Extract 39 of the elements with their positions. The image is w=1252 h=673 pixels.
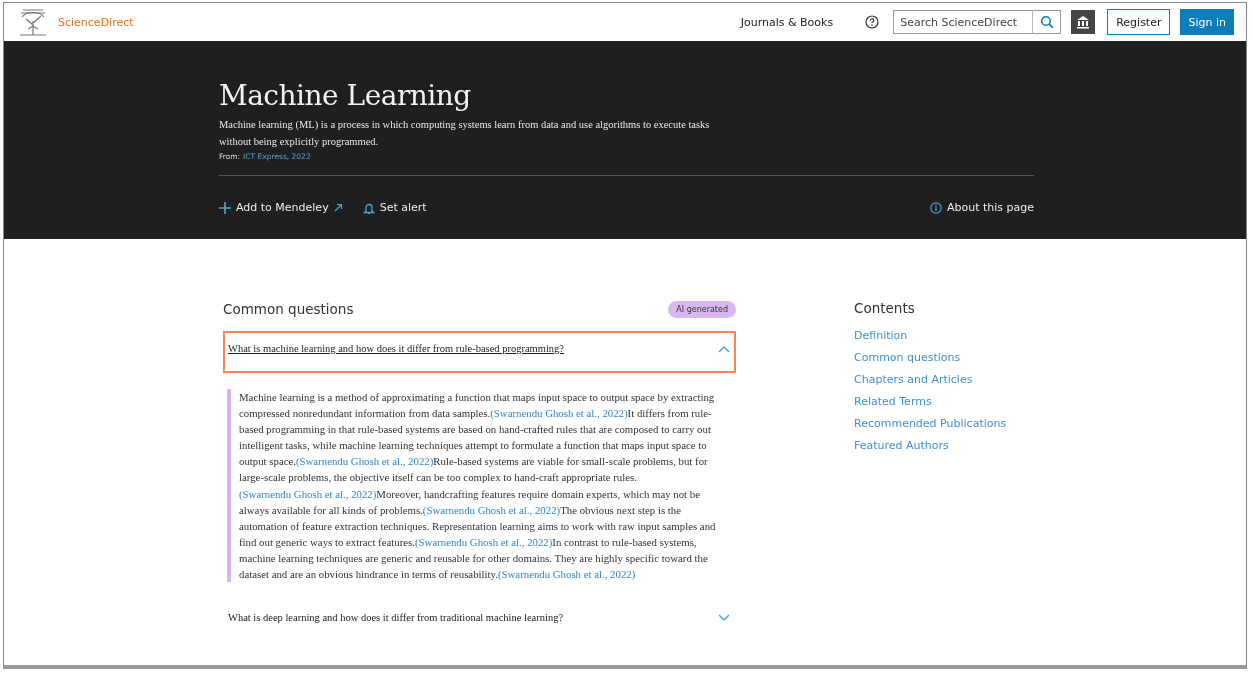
ai-generated-badge: AI generated: [668, 300, 736, 318]
citation-link[interactable]: (Swarnendu Ghosh et al., 2022): [490, 407, 628, 420]
nav-link[interactable]: Journals & Books: [740, 15, 834, 29]
chevron-down-icon: [718, 614, 730, 623]
contents-link[interactable]: Chapters and Articles: [854, 373, 1007, 386]
citation-link[interactable]: (Swarnendu Ghosh et al., 2022): [497, 568, 636, 581]
contents-heading: Contents: [854, 300, 916, 316]
topic-title: Machine Learning: [219, 79, 472, 112]
plus-icon: [219, 201, 231, 214]
contents-link[interactable]: Recommended Publications: [854, 417, 1007, 430]
help-icon: [865, 15, 880, 29]
set-alert-link[interactable]: Set alert: [362, 201, 427, 214]
question-toggle[interactable]: What is machine learning and how does it differ from rule-based programming?: [223, 331, 736, 373]
contents-link[interactable]: Common questions: [854, 351, 1007, 364]
info-icon: [929, 201, 942, 214]
answer-text: Machine learning is a method of approximating a function that maps input space to output space by extracting compressed nonredundant information from data samples.(Swarnendu Ghosh et al., 2022)It differs from rule-based programming in that rule-based systems are based on hand-crafted rules that are composed to carry out intelligent tasks, while machine learning techniques attempt to formulate a function that maps input space to output space.(Swarnendu Ghosh et al., 2022)Rule-based systems are viable for small-scale problems, but for large-scale problems, the objective itself can be too complex to hand-craft appropriate rules. (Swarnendu Ghosh et al., 2022)Moreover, handcrafting features require domain experts, which may not be always available for all kinds of problems.(Swarnendu Ghosh et al., 2022)The obvious next step is the automation of feature extraction techniques. Representation learning aims to work with raw input samples and find out generic ways to extract features.(Swarnendu Ghosh et al., 2022)In contrast to rule-based systems, machine learning techniques are generic and reusable for other domains. They are highly specific toward the dataset and are an obvious hindrance in terms of reusability.(Swarnendu Ghosh et al., 2022): [239, 390, 717, 583]
search-button[interactable]: [1033, 10, 1062, 34]
chevron-up-icon: [718, 345, 730, 353]
register-button[interactable]: Register: [1107, 9, 1171, 35]
question-toggle[interactable]: What is deep learning and how does it differ from traditional machine learning?: [223, 596, 736, 639]
institution-button[interactable]: [1071, 10, 1096, 34]
citation-link[interactable]: (Swarnendu Ghosh et al., 2022): [239, 487, 377, 500]
contents-link[interactable]: Definition: [854, 329, 1007, 342]
sign-in-button[interactable]: Sign in: [1180, 9, 1234, 35]
citation-link[interactable]: (Swarnendu Ghosh et al., 2022): [295, 455, 434, 468]
add-to-mendeley-link[interactable]: Add to Mendeley: [219, 201, 343, 214]
citation-link[interactable]: (Swarnendu Ghosh et al., 2022): [422, 503, 561, 516]
external-link-icon: [333, 203, 343, 212]
search-icon: [1039, 15, 1054, 29]
contents-link[interactable]: Featured Authors: [854, 439, 1007, 452]
definition-text: Machine learning (ML) is a process in which computing systems learn from data and use algorithms to execute tasks without being explicitly programmed.: [219, 118, 711, 149]
bell-icon: [362, 201, 375, 214]
about-page-link[interactable]: About this page: [929, 201, 1034, 214]
search-field[interactable]: Search ScienceDirect: [893, 10, 1034, 34]
citation-link[interactable]: (Swarnendu Ghosh et al., 2022): [415, 535, 553, 548]
brand-name[interactable]: ScienceDirect: [58, 15, 134, 29]
section-heading: Common questions: [223, 301, 354, 317]
contents-link[interactable]: Related Terms: [854, 395, 1007, 408]
building-icon: [1076, 15, 1091, 29]
